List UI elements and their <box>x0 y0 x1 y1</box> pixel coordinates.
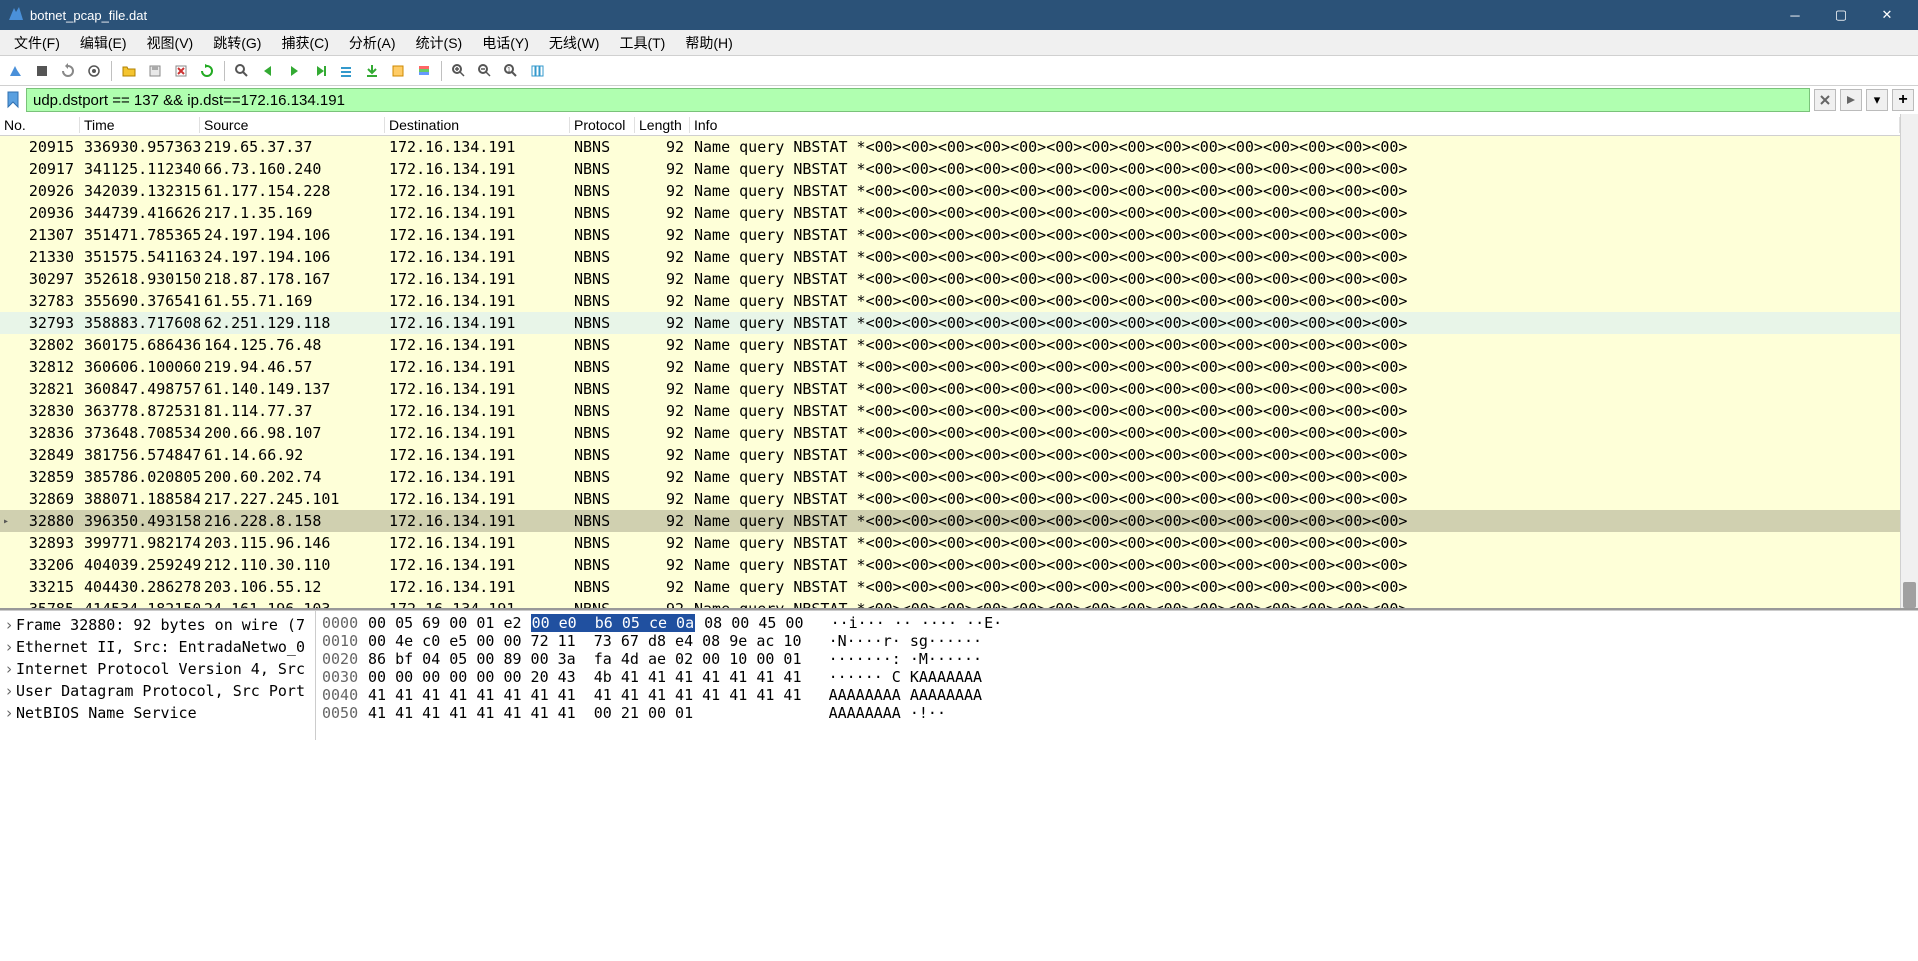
packet-row[interactable]: 20917341125.11234066.73.160.240172.16.13… <box>0 158 1900 180</box>
col-no[interactable]: No. <box>0 117 80 133</box>
find-icon[interactable] <box>230 59 254 83</box>
menu-item[interactable]: 无线(W) <box>539 30 610 56</box>
hex-dump: 000000 05 69 00 01 e2 00 e0 b6 05 ce 0a … <box>315 611 1918 740</box>
tree-item[interactable]: › Frame 32880: 92 bytes on wire (7 <box>2 614 313 636</box>
svg-text:1: 1 <box>507 67 511 74</box>
autoscroll-icon[interactable] <box>386 59 410 83</box>
filter-history-button[interactable]: ▾ <box>1866 89 1888 111</box>
hex-line[interactable]: 003000 00 00 00 00 00 20 43 4b 41 41 41 … <box>322 668 1912 686</box>
hex-line[interactable]: 000000 05 69 00 01 e2 00 e0 b6 05 ce 0a … <box>322 614 1912 632</box>
packet-row[interactable]: 32869388071.188584217.227.245.101172.16.… <box>0 488 1900 510</box>
expand-icon[interactable]: › <box>2 682 16 700</box>
menu-bar: 文件(F)编辑(E)视图(V)跳转(G)捕获(C)分析(A)统计(S)电话(Y)… <box>0 30 1918 56</box>
menu-item[interactable]: 文件(F) <box>4 30 70 56</box>
tree-item[interactable]: › Ethernet II, Src: EntradaNetwo_0 <box>2 636 313 658</box>
go-forward-icon[interactable] <box>282 59 306 83</box>
jump-icon[interactable] <box>308 59 332 83</box>
expand-icon[interactable]: › <box>2 660 16 678</box>
hex-line[interactable]: 005041 41 41 41 41 41 41 41 00 21 00 01 … <box>322 704 1912 722</box>
packet-row[interactable]: 32783355690.37654161.55.71.169172.16.134… <box>0 290 1900 312</box>
menu-item[interactable]: 捕获(C) <box>271 30 338 56</box>
hex-line[interactable]: 004041 41 41 41 41 41 41 41 41 41 41 41 … <box>322 686 1912 704</box>
go-back-icon[interactable] <box>256 59 280 83</box>
tree-item[interactable]: › NetBIOS Name Service <box>2 702 313 724</box>
packet-tree: › Frame 32880: 92 bytes on wire (7› Ethe… <box>0 611 315 740</box>
packet-row[interactable]: 33215404430.286278203.106.55.12172.16.13… <box>0 576 1900 598</box>
packet-row[interactable]: 32836373648.708534200.66.98.107172.16.13… <box>0 422 1900 444</box>
add-filter-button[interactable]: + <box>1892 89 1914 111</box>
tree-item[interactable]: › User Datagram Protocol, Src Port <box>2 680 313 702</box>
close-button[interactable]: ✕ <box>1864 0 1910 30</box>
reload-icon[interactable] <box>195 59 219 83</box>
maximize-button[interactable]: ▢ <box>1818 0 1864 30</box>
menu-item[interactable]: 电话(Y) <box>472 30 539 56</box>
menu-item[interactable]: 统计(S) <box>406 30 473 56</box>
open-folder-icon[interactable] <box>117 59 141 83</box>
hex-line[interactable]: 002086 bf 04 05 00 89 00 3a fa 4d ae 02 … <box>322 650 1912 668</box>
filter-bar: ▾ + <box>0 86 1918 114</box>
packet-list-pane: No. Time Source Destination Protocol Len… <box>0 114 1918 610</box>
minimize-button[interactable]: ─ <box>1772 0 1818 30</box>
hex-line[interactable]: 001000 4e c0 e5 00 00 72 11 73 67 d8 e4 … <box>322 632 1912 650</box>
title-bar: botnet_pcap_file.dat ─ ▢ ✕ <box>0 0 1918 30</box>
packet-list-header: No. Time Source Destination Protocol Len… <box>0 114 1900 136</box>
expand-icon[interactable]: › <box>2 616 16 634</box>
packet-row[interactable]: 20915336930.957363219.65.37.37172.16.134… <box>0 136 1900 158</box>
col-prot[interactable]: Protocol <box>570 117 635 133</box>
col-time[interactable]: Time <box>80 117 200 133</box>
bookmark-icon[interactable] <box>4 91 22 109</box>
restart-icon[interactable] <box>56 59 80 83</box>
packet-row[interactable]: 30297352618.930150218.87.178.167172.16.1… <box>0 268 1900 290</box>
go-first-icon[interactable] <box>334 59 358 83</box>
menu-item[interactable]: 跳转(G) <box>203 30 271 56</box>
resize-columns-icon[interactable] <box>525 59 549 83</box>
clear-filter-button[interactable] <box>1814 89 1836 111</box>
expand-icon[interactable]: › <box>2 704 16 722</box>
options-icon[interactable] <box>82 59 106 83</box>
go-last-icon[interactable] <box>360 59 384 83</box>
menu-item[interactable]: 视图(V) <box>137 30 204 56</box>
packet-row[interactable]: 20926342039.13231561.177.154.228172.16.1… <box>0 180 1900 202</box>
close-file-icon[interactable] <box>169 59 193 83</box>
packet-row[interactable]: 21307351471.78536524.197.194.106172.16.1… <box>0 224 1900 246</box>
display-filter-input[interactable] <box>26 88 1810 112</box>
packet-row[interactable]: 20936344739.416626217.1.35.169172.16.134… <box>0 202 1900 224</box>
packet-row[interactable]: 21330351575.54116324.197.194.106172.16.1… <box>0 246 1900 268</box>
col-src[interactable]: Source <box>200 117 385 133</box>
packet-row[interactable]: 32802360175.686436164.125.76.48172.16.13… <box>0 334 1900 356</box>
details-pane: › Frame 32880: 92 bytes on wire (7› Ethe… <box>0 610 1918 740</box>
shark-fin-icon[interactable] <box>4 59 28 83</box>
packet-row[interactable]: 32849381756.57484761.14.66.92172.16.134.… <box>0 444 1900 466</box>
packet-row[interactable]: 32859385786.020805200.60.202.74172.16.13… <box>0 466 1900 488</box>
packet-row[interactable]: 32812360606.100060219.94.46.57172.16.134… <box>0 356 1900 378</box>
packet-row[interactable]: 32893399771.982174203.115.96.146172.16.1… <box>0 532 1900 554</box>
stop-icon[interactable] <box>30 59 54 83</box>
zoom-out-icon[interactable] <box>473 59 497 83</box>
col-dst[interactable]: Destination <box>385 117 570 133</box>
packet-row[interactable]: 33206404039.259249212.110.30.110172.16.1… <box>0 554 1900 576</box>
window-controls: ─ ▢ ✕ <box>1772 0 1910 30</box>
menu-item[interactable]: 帮助(H) <box>675 30 742 56</box>
menu-item[interactable]: 编辑(E) <box>70 30 137 56</box>
apply-filter-button[interactable] <box>1840 89 1862 111</box>
window-title: botnet_pcap_file.dat <box>30 8 147 23</box>
zoom-reset-icon[interactable]: 1 <box>499 59 523 83</box>
packet-row[interactable]: ▸32880396350.493158216.228.8.158172.16.1… <box>0 510 1900 532</box>
zoom-in-icon[interactable] <box>447 59 471 83</box>
packet-row[interactable]: 32793358883.71760862.251.129.118172.16.1… <box>0 312 1900 334</box>
tree-item[interactable]: › Internet Protocol Version 4, Src <box>2 658 313 680</box>
col-len[interactable]: Length <box>635 117 690 133</box>
save-icon[interactable] <box>143 59 167 83</box>
col-info[interactable]: Info <box>690 117 1900 133</box>
app-icon <box>8 6 24 25</box>
expand-icon[interactable]: › <box>2 638 16 656</box>
packet-list-scrollbar[interactable] <box>1900 114 1918 608</box>
packet-row[interactable]: 35785414534.18215024.161.196.103172.16.1… <box>0 598 1900 608</box>
colorize-icon[interactable] <box>412 59 436 83</box>
menu-item[interactable]: 工具(T) <box>609 30 675 56</box>
menu-item[interactable]: 分析(A) <box>339 30 406 56</box>
packet-row[interactable]: 32821360847.49875761.140.149.137172.16.1… <box>0 378 1900 400</box>
packet-row[interactable]: 32830363778.87253181.114.77.37172.16.134… <box>0 400 1900 422</box>
toolbar: 1 <box>0 56 1918 86</box>
